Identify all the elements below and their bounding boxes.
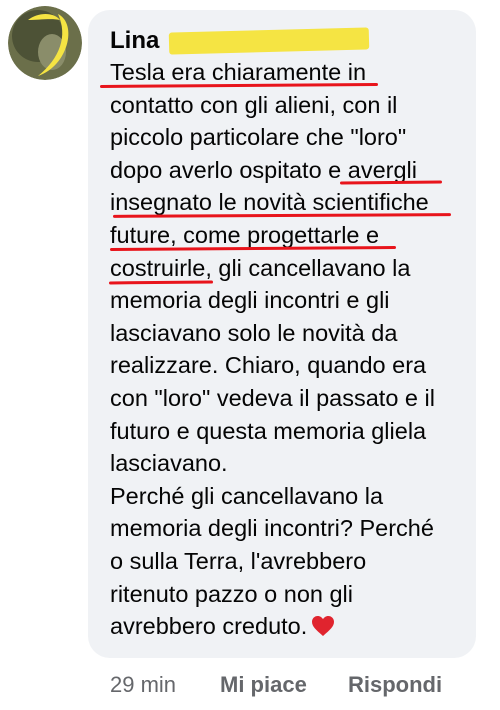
comment-line: ritenuto pazzo o non gli xyxy=(110,580,353,607)
comment-line-text: avrebbero creduto. xyxy=(110,613,308,640)
comment-line: o sulla Terra, l'avrebbero xyxy=(110,547,367,574)
comment-line: Perché gli cancellavano la xyxy=(110,482,384,509)
comment-timestamp[interactable]: 29 min xyxy=(110,672,176,698)
comment-line: lasciavano. xyxy=(110,450,228,477)
comment-body: Tesla era chiaramente in contatto con gl… xyxy=(110,56,472,646)
comment-author[interactable]: Lina xyxy=(110,26,370,56)
comment-actions: 29 min Mi piace Rispondi xyxy=(110,670,442,700)
comment-line: contatto con gli alieni, con il xyxy=(110,91,398,118)
comment-line-last: avrebbero creduto. xyxy=(110,610,472,646)
red-heart-icon xyxy=(311,613,335,646)
comment-line: realizzare. Chiaro, quando era xyxy=(110,352,427,379)
comment-line: futuro e questa memoria gliela xyxy=(110,417,427,444)
reply-button[interactable]: Rispondi xyxy=(348,672,442,698)
comment-line: memoria degli incontri e gli xyxy=(110,287,390,314)
comment-screenshot: Lina Tesla era chiaramente in contatto c… xyxy=(0,0,500,710)
avatar[interactable] xyxy=(8,6,82,80)
author-name[interactable]: Lina xyxy=(110,27,159,55)
comment-line: piccolo particolare che "loro" xyxy=(110,124,407,151)
comment-line: lasciavano solo le novità da xyxy=(110,319,398,346)
author-surname-redaction xyxy=(169,27,370,55)
comment-line: costruirle, gli cancellavano la xyxy=(110,254,411,281)
like-button[interactable]: Mi piace xyxy=(220,672,307,698)
comment-line: con "loro" vedeva il passato e il xyxy=(110,384,435,411)
comment-line: memoria degli incontri? Perché xyxy=(110,515,434,542)
